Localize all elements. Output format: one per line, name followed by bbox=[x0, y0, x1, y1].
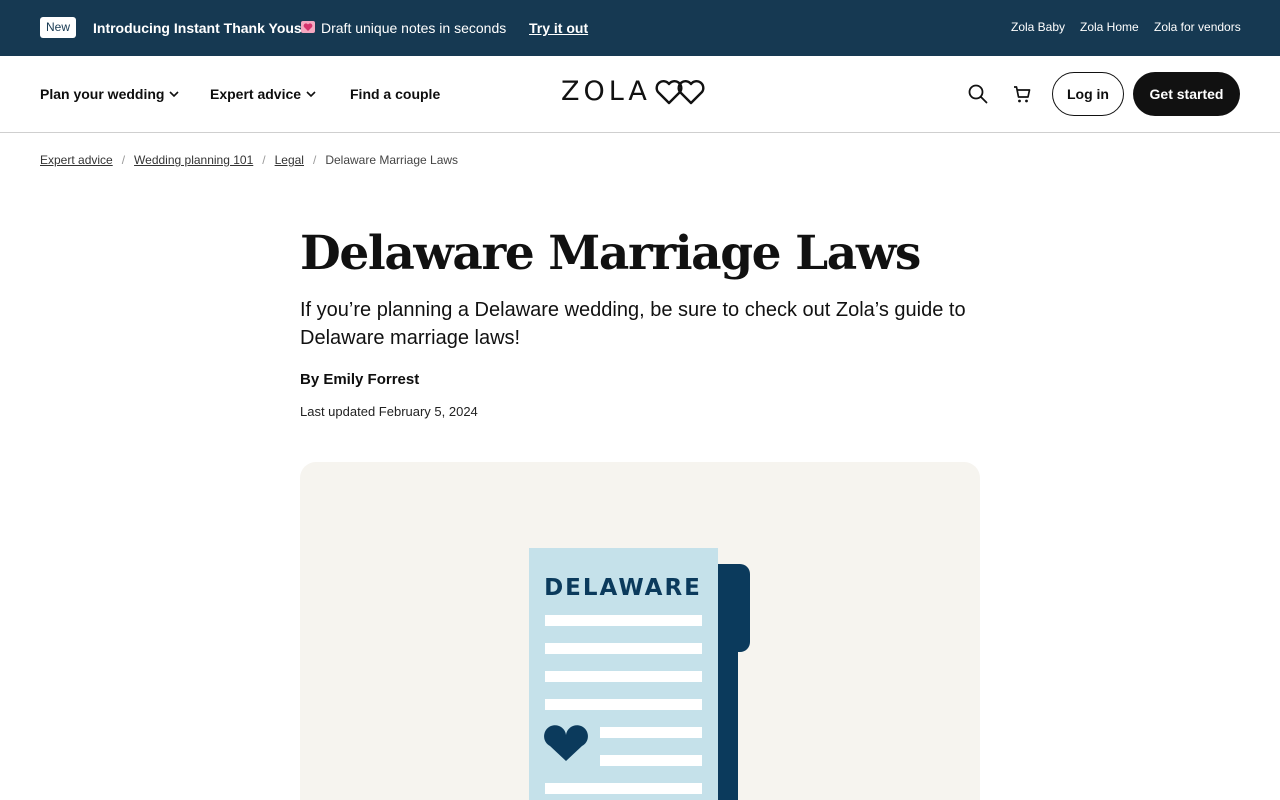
chevron-down-icon bbox=[169, 91, 180, 98]
nav-find-a-couple[interactable]: Find a couple bbox=[350, 85, 440, 103]
try-it-out-link[interactable]: Try it out bbox=[529, 19, 588, 37]
main-nav: Plan your wedding Expert advice Find a c… bbox=[0, 56, 1280, 133]
hearts-logo-icon bbox=[655, 79, 705, 104]
document-line bbox=[600, 727, 702, 738]
get-started-button[interactable]: Get started bbox=[1133, 72, 1240, 116]
document-line bbox=[545, 699, 702, 710]
chevron-down-icon bbox=[306, 91, 316, 98]
promo-banner: New Introducing Instant Thank Yous! Draf… bbox=[0, 0, 1280, 56]
document-line bbox=[545, 615, 702, 626]
document-line bbox=[545, 671, 702, 682]
document-line bbox=[545, 643, 702, 654]
article-dek: If you’re planning a Delaware wedding, b… bbox=[300, 299, 966, 349]
document-label: DELAWARE bbox=[544, 575, 702, 601]
breadcrumb: Expert advice / Wedding planning 101 / L… bbox=[40, 152, 458, 168]
breadcrumb-current: Delaware Marriage Laws bbox=[325, 153, 459, 167]
breadcrumb-legal[interactable]: Legal bbox=[275, 152, 304, 168]
document-line bbox=[545, 783, 702, 794]
page-title: Delaware Marriage Laws bbox=[300, 226, 921, 281]
logo-text: ZOLA bbox=[561, 76, 651, 107]
breadcrumb-separator: / bbox=[121, 153, 126, 167]
nav-item-label: Find a couple bbox=[350, 86, 441, 102]
zola-logo[interactable]: ZOLA bbox=[561, 76, 709, 107]
author-byline: By Emily Forrest bbox=[300, 371, 420, 388]
nav-item-label: Plan your wedding bbox=[40, 86, 165, 102]
promo-title: Introducing Instant Thank Yous! bbox=[93, 20, 307, 36]
log-in-button[interactable]: Log in bbox=[1052, 72, 1124, 116]
promo-text: Draft unique notes in seconds bbox=[321, 20, 507, 36]
marriage-document-illustration: DELAWARE bbox=[529, 548, 750, 800]
nav-item-label: Expert advice bbox=[210, 86, 302, 102]
zola-baby-link[interactable]: Zola Baby bbox=[1011, 19, 1065, 35]
zola-home-link[interactable]: Zola Home bbox=[1080, 19, 1139, 35]
nav-expert-advice[interactable]: Expert advice bbox=[210, 85, 317, 103]
heart-emoji-icon bbox=[301, 21, 315, 33]
zola-for-vendors-link[interactable]: Zola for vendors bbox=[1154, 19, 1241, 35]
document-line bbox=[600, 755, 702, 766]
hero-image: DELAWARE bbox=[300, 462, 980, 800]
last-updated-date: Last updated February 5, 2024 bbox=[300, 404, 478, 419]
nav-plan-your-wedding[interactable]: Plan your wedding bbox=[40, 85, 180, 103]
breadcrumb-expert-advice[interactable]: Expert advice bbox=[40, 152, 113, 168]
cart-icon[interactable] bbox=[1011, 83, 1033, 105]
new-badge: New bbox=[40, 17, 77, 38]
breadcrumb-separator: / bbox=[262, 153, 266, 167]
breadcrumb-separator: / bbox=[312, 153, 317, 167]
search-icon[interactable] bbox=[967, 83, 989, 105]
breadcrumb-wedding-planning-101[interactable]: Wedding planning 101 bbox=[134, 152, 253, 168]
